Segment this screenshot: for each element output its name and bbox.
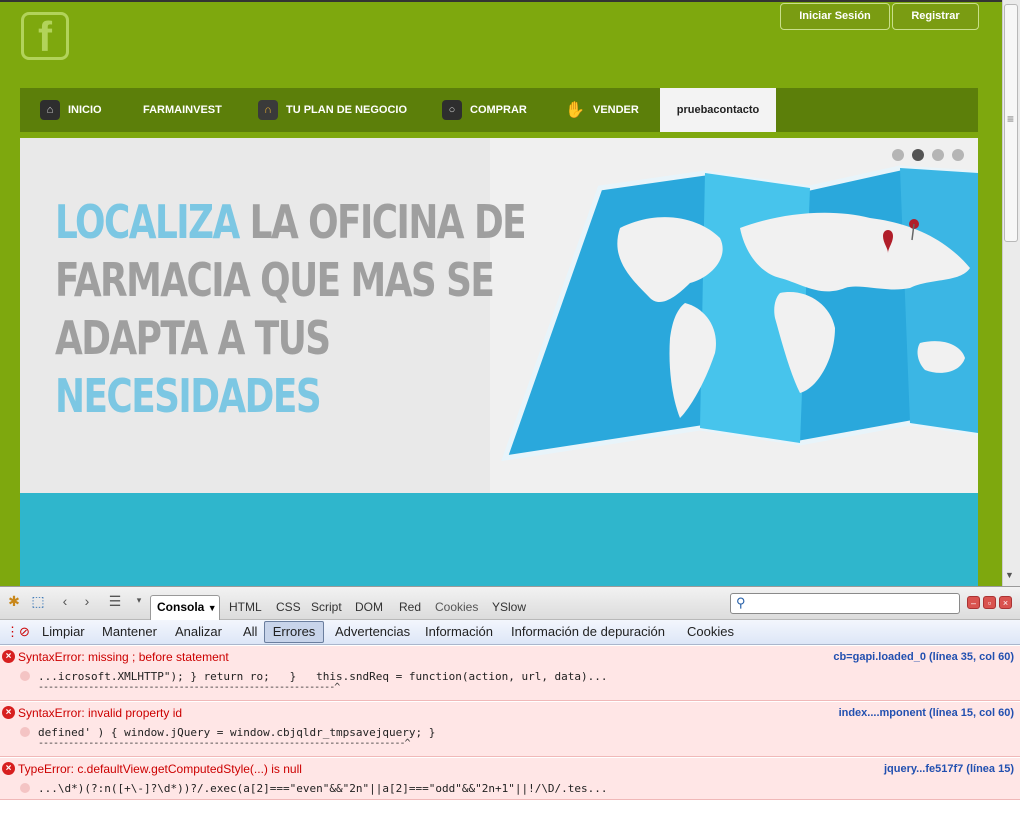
- error-icon: ×: [2, 706, 15, 719]
- scroll-down-arrow-icon[interactable]: ▼: [1005, 570, 1014, 580]
- tab-console[interactable]: Consola ▼: [150, 595, 220, 620]
- back-arrow-icon[interactable]: ‹: [56, 593, 74, 611]
- persist-button[interactable]: Mantener: [102, 624, 157, 639]
- nav-item-farmainvest[interactable]: FARMAINVEST: [143, 88, 222, 132]
- error-caret: ----------------------------------------…: [38, 738, 411, 749]
- clear-button[interactable]: Limpiar: [42, 624, 85, 639]
- search-input[interactable]: [730, 593, 960, 614]
- world-map-icon: [501, 165, 978, 462]
- tab-css[interactable]: CSS: [276, 600, 301, 614]
- filter-warnings[interactable]: Advertencias: [335, 624, 410, 639]
- main-navigation: ⌂ INICIO FARMAINVEST ∩ TU PLAN DE NEGOCI…: [20, 88, 978, 132]
- headline-text: LA OFICINA DE: [238, 195, 527, 249]
- console-options-icon[interactable]: ⋮⊘: [6, 624, 30, 640]
- sell-hand-icon: ✋: [565, 102, 585, 119]
- filter-debug-info[interactable]: Información de depuración: [511, 624, 665, 639]
- nav-label: VENDER: [593, 104, 639, 116]
- error-message: SyntaxError: invalid property id: [18, 706, 183, 720]
- error-source-link[interactable]: cb=gapi.loaded_0 (línea 35, col 60): [833, 651, 1014, 663]
- filter-info[interactable]: Información: [425, 624, 493, 639]
- search-icon: ⚲: [736, 595, 746, 610]
- inspect-element-icon[interactable]: ⬚: [28, 593, 48, 611]
- profile-button[interactable]: Analizar: [175, 624, 222, 639]
- nav-label: pruebacontacto: [676, 104, 760, 116]
- error-icon: ×: [2, 762, 15, 775]
- website-viewport: f Iniciar Sesión Registrar ⌂ INICIO FARM…: [0, 0, 1002, 586]
- expand-toggle[interactable]: [20, 727, 30, 737]
- tab-html[interactable]: HTML: [229, 600, 262, 614]
- nav-label: FARMAINVEST: [143, 104, 222, 116]
- minimize-icon[interactable]: –: [967, 596, 980, 609]
- nav-item-pruebacontacto[interactable]: pruebacontacto: [660, 88, 776, 132]
- tab-yslow[interactable]: YSlow: [492, 600, 526, 614]
- register-button[interactable]: Registrar: [892, 3, 979, 30]
- nav-item-comprar[interactable]: ○ COMPRAR: [442, 88, 527, 132]
- chevron-down-icon: ▼: [207, 603, 217, 613]
- nav-item-inicio[interactable]: ⌂ INICIO: [40, 88, 102, 132]
- headline-text: ADAPTA A TUS: [55, 311, 331, 365]
- nav-item-plan-negocio[interactable]: ∩ TU PLAN DE NEGOCIO: [258, 88, 407, 132]
- log-entry[interactable]: × SyntaxError: missing ; before statemen…: [0, 646, 1020, 701]
- error-icon: ×: [2, 650, 15, 663]
- tab-dom[interactable]: DOM: [355, 600, 383, 614]
- menu-list-icon[interactable]: ☰: [104, 593, 126, 611]
- filter-cookies[interactable]: Cookies: [687, 624, 734, 639]
- expand-toggle[interactable]: [20, 783, 30, 793]
- hero-slider: LOCALIZA LA OFICINA DE FARMACIA QUE MAS …: [20, 138, 978, 493]
- error-source-link[interactable]: index....mponent (línea 15, col 60): [839, 707, 1014, 719]
- filter-errors[interactable]: Errores: [264, 621, 324, 643]
- slider-headline: LOCALIZA LA OFICINA DE FARMACIA QUE MAS …: [55, 193, 527, 425]
- headline-highlight: NECESIDADES: [55, 369, 322, 423]
- filter-all[interactable]: All: [243, 624, 257, 639]
- nav-label: INICIO: [68, 104, 102, 116]
- scrollbar-grip-icon: ≡: [1007, 112, 1015, 126]
- forward-arrow-icon[interactable]: ›: [78, 593, 96, 611]
- log-entry[interactable]: × SyntaxError: invalid property id index…: [0, 702, 1020, 757]
- restore-icon[interactable]: ▫: [983, 596, 996, 609]
- console-log: × SyntaxError: missing ; before statemen…: [0, 646, 1020, 821]
- headline-text: FARMACIA QUE MAS SE: [55, 253, 495, 307]
- teal-banner: [20, 493, 978, 586]
- log-entry[interactable]: × TypeError: c.defaultView.getComputedSt…: [0, 758, 1020, 800]
- error-message: TypeError: c.defaultView.getComputedStyl…: [18, 762, 302, 776]
- tab-label: Consola: [157, 600, 205, 614]
- error-source-link[interactable]: jquery...fe517f7 (línea 15): [884, 763, 1014, 775]
- nav-label: COMPRAR: [470, 104, 527, 116]
- headline-highlight: LOCALIZA: [55, 195, 240, 249]
- nav-item-vender[interactable]: ✋ VENDER: [565, 88, 639, 132]
- tab-cookies[interactable]: Cookies: [435, 600, 478, 614]
- error-message: SyntaxError: missing ; before statement: [18, 650, 229, 664]
- facebook-icon[interactable]: f: [21, 12, 69, 60]
- login-button[interactable]: Iniciar Sesión: [780, 3, 890, 30]
- chevron-down-icon[interactable]: ▾: [132, 595, 146, 613]
- search-icon: ○: [442, 100, 462, 120]
- nav-label: TU PLAN DE NEGOCIO: [286, 104, 408, 116]
- expand-toggle[interactable]: [20, 671, 30, 681]
- home-icon: ⌂: [40, 100, 60, 120]
- business-plan-icon: ∩: [258, 100, 278, 120]
- tab-red[interactable]: Red: [399, 600, 421, 614]
- error-caret: ----------------------------------------…: [38, 682, 340, 693]
- tab-script[interactable]: Script: [311, 600, 342, 614]
- close-icon[interactable]: ×: [999, 596, 1012, 609]
- firebug-icon[interactable]: ✱: [4, 593, 24, 611]
- top-border: [0, 0, 1002, 2]
- error-code: ...\d*)(?:n([+\-]?\d*))?/.exec(a[2]==="e…: [38, 782, 608, 795]
